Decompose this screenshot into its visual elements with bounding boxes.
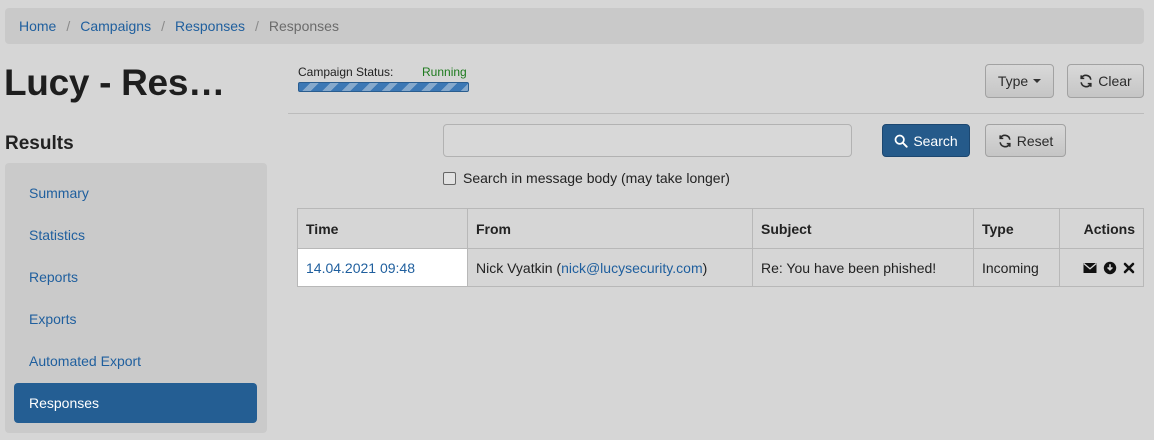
column-header-from[interactable]: From <box>467 208 753 249</box>
type-button-label: Type <box>997 73 1029 89</box>
search-body-checkbox-label: Search in message body (may take longer) <box>463 170 730 186</box>
search-body-checkbox[interactable] <box>443 171 456 185</box>
breadcrumb-separator: / <box>66 18 71 34</box>
envelope-icon[interactable] <box>1083 262 1097 274</box>
campaign-progress-bar <box>298 82 469 92</box>
response-subject-cell: Re: You have been phished! <box>752 248 974 287</box>
sidebar-item-reports[interactable]: Reports <box>14 257 257 297</box>
breadcrumb-separator: / <box>255 18 259 34</box>
clear-button-label: Clear <box>1098 73 1132 89</box>
sidebar-item-exports[interactable]: Exports <box>14 299 257 339</box>
column-header-subject[interactable]: Subject <box>752 208 974 249</box>
response-from-email-link[interactable]: nick@lucysecurity.com <box>561 260 703 276</box>
breadcrumb-campaigns-link[interactable]: Campaigns <box>80 18 151 34</box>
download-icon[interactable] <box>1103 261 1117 275</box>
response-actions-cell <box>1059 248 1144 287</box>
sidebar-item-automated-export[interactable]: Automated Export <box>14 341 257 381</box>
response-from-close: ) <box>702 259 708 276</box>
breadcrumb-current: Responses <box>268 18 339 34</box>
search-icon <box>894 134 908 148</box>
caret-down-icon <box>1033 79 1042 83</box>
search-body-option: Search in message body (may take longer) <box>443 170 730 186</box>
column-header-actions: Actions <box>1059 208 1144 249</box>
table-row: 14.04.2021 09:48 Nick Vyatkin (nick@lucy… <box>297 248 1144 287</box>
clear-button[interactable]: Clear <box>1067 64 1144 98</box>
breadcrumb-separator: / <box>161 18 165 34</box>
response-time-link[interactable]: 14.04.2021 09:48 <box>306 260 415 276</box>
delete-icon[interactable] <box>1123 262 1135 274</box>
table-header-row: Time From Subject Type Actions <box>297 208 1144 249</box>
response-from-name: Nick Vyatkin ( <box>476 259 562 276</box>
reset-button-label: Reset <box>1016 132 1054 149</box>
breadcrumb: Home / Campaigns / Responses / Responses <box>5 8 1144 44</box>
refresh-icon <box>999 134 1011 147</box>
breadcrumb-home-link[interactable]: Home <box>19 18 56 34</box>
column-header-time[interactable]: Time <box>297 208 468 249</box>
search-input[interactable] <box>443 124 852 157</box>
results-heading: Results <box>5 133 74 154</box>
response-time-cell: 14.04.2021 09:48 <box>297 248 468 287</box>
responses-table: Time From Subject Type Actions 14.04.202… <box>297 208 1144 287</box>
campaign-status-value: Running <box>422 65 467 79</box>
search-button-label: Search <box>913 132 958 149</box>
campaign-status-label: Campaign Status: <box>298 65 394 79</box>
breadcrumb-responses-link[interactable]: Responses <box>175 18 245 34</box>
campaign-status: Campaign Status: Running <box>298 65 470 92</box>
results-sidebar: Summary Statistics Reports Exports Autom… <box>5 163 267 433</box>
refresh-icon <box>1080 74 1092 88</box>
response-type-cell: Incoming <box>973 248 1060 287</box>
column-header-type[interactable]: Type <box>973 208 1060 249</box>
type-dropdown-button[interactable]: Type <box>985 64 1054 98</box>
reset-button[interactable]: Reset <box>985 124 1066 157</box>
search-button[interactable]: Search <box>882 124 970 157</box>
page-title: Lucy - Res… <box>4 62 225 103</box>
response-from-cell: Nick Vyatkin (nick@lucysecurity.com) <box>467 248 753 287</box>
sidebar-item-statistics[interactable]: Statistics <box>14 215 257 255</box>
sidebar-item-responses[interactable]: Responses <box>14 383 257 423</box>
header-divider <box>288 113 1144 114</box>
sidebar-item-summary[interactable]: Summary <box>14 173 257 213</box>
